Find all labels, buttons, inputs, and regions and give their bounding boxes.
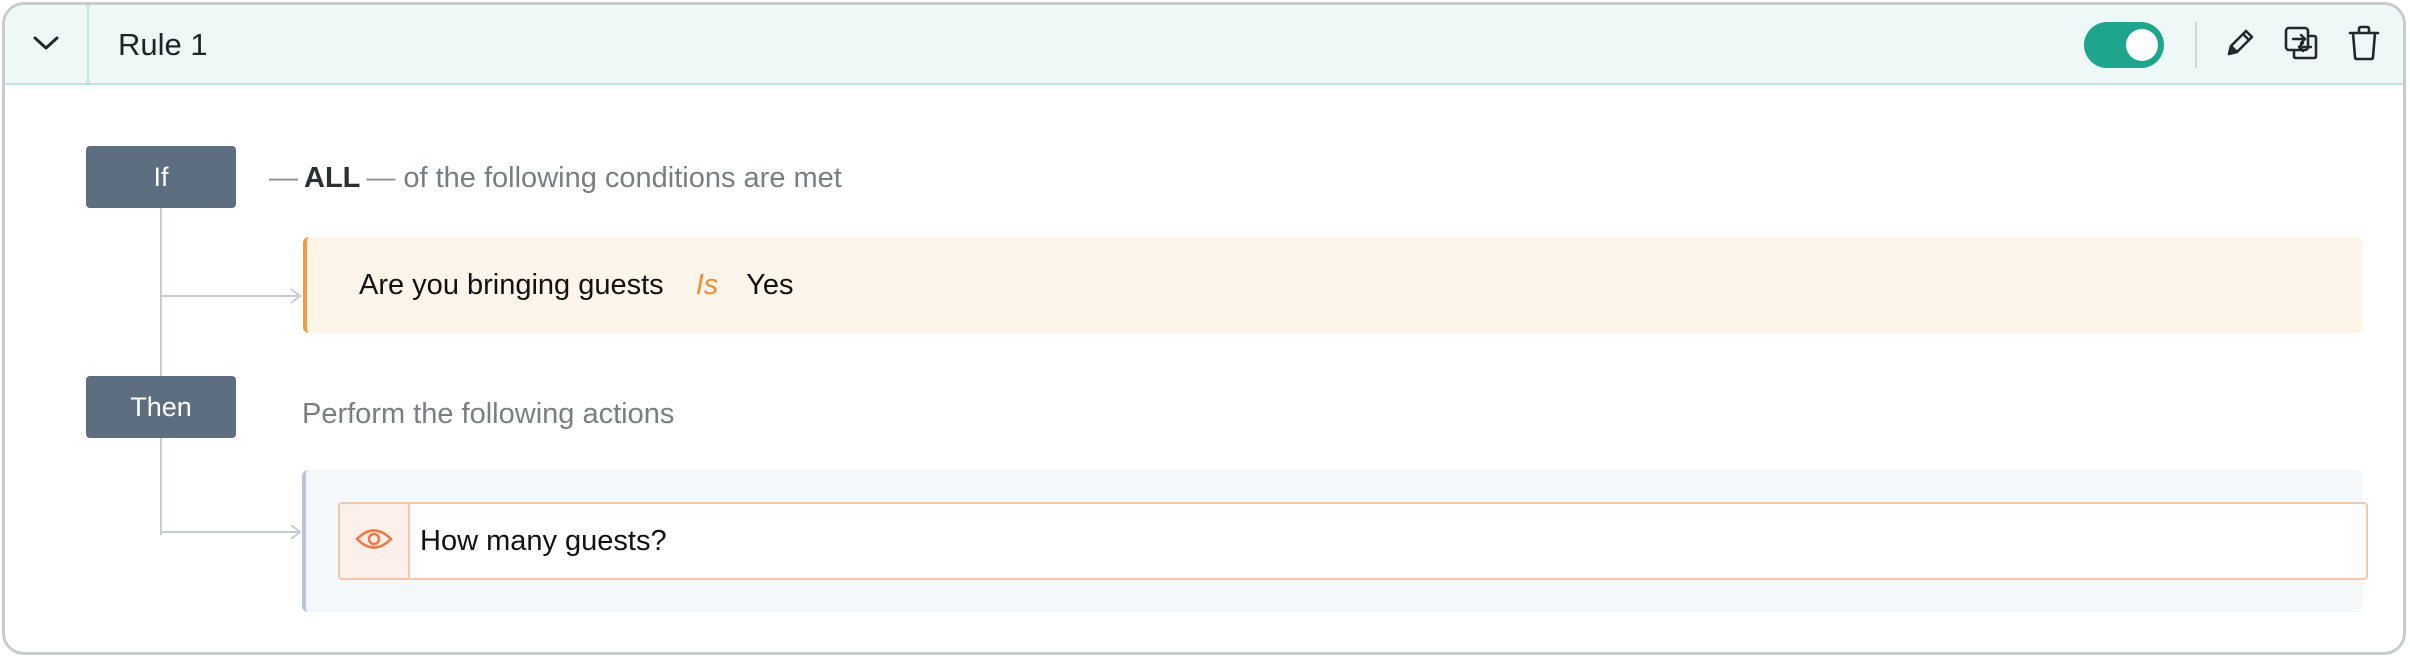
tree-connector-vertical — [160, 207, 162, 535]
edit-button[interactable] — [2221, 26, 2259, 64]
condition-item[interactable]: Are you bringing guests Is Yes — [303, 237, 2363, 333]
toggle-knob — [2126, 29, 2158, 61]
if-badge: If — [86, 146, 236, 208]
action-item[interactable]: How many guests? — [338, 502, 2368, 580]
rule-header: Rule 1 — [5, 5, 2403, 85]
duplicate-button[interactable] — [2282, 26, 2320, 64]
conditions-description-text: of the following conditions are met — [403, 161, 842, 194]
conditions-description: — ALL — of the following conditions are … — [269, 155, 842, 201]
actions-container: How many guests? — [302, 470, 2368, 612]
collapse-button[interactable] — [5, 5, 89, 85]
action-label: How many guests? — [420, 524, 667, 557]
condition-arrow-icon — [290, 288, 302, 304]
header-divider — [2195, 22, 2197, 68]
chevron-down-icon — [32, 34, 60, 57]
condition-operator: Is — [695, 268, 719, 301]
eye-icon — [355, 526, 393, 557]
rule-enabled-toggle[interactable] — [2084, 22, 2164, 68]
condition-value: Yes — [746, 268, 794, 301]
actions-description: Perform the following actions — [302, 397, 675, 430]
then-badge: Then — [86, 376, 236, 438]
quantifier-dash-right: — — [366, 161, 396, 194]
pencil-icon — [2223, 26, 2257, 65]
duplicate-icon — [2283, 25, 2319, 66]
condition-quantifier[interactable]: ALL — [304, 162, 360, 195]
condition-field: Are you bringing guests — [359, 268, 664, 301]
quantifier-dash-left: — — [269, 161, 298, 194]
action-arrow-icon — [290, 524, 302, 540]
action-connector — [161, 531, 299, 533]
action-type-indicator — [340, 504, 410, 578]
condition-connector — [161, 295, 299, 297]
trash-icon — [2347, 25, 2381, 66]
rule-title: Rule 1 — [118, 27, 208, 62]
rule-card: Rule 1 If — ALL — of the following condi… — [2, 2, 2406, 655]
delete-button[interactable] — [2345, 25, 2383, 66]
